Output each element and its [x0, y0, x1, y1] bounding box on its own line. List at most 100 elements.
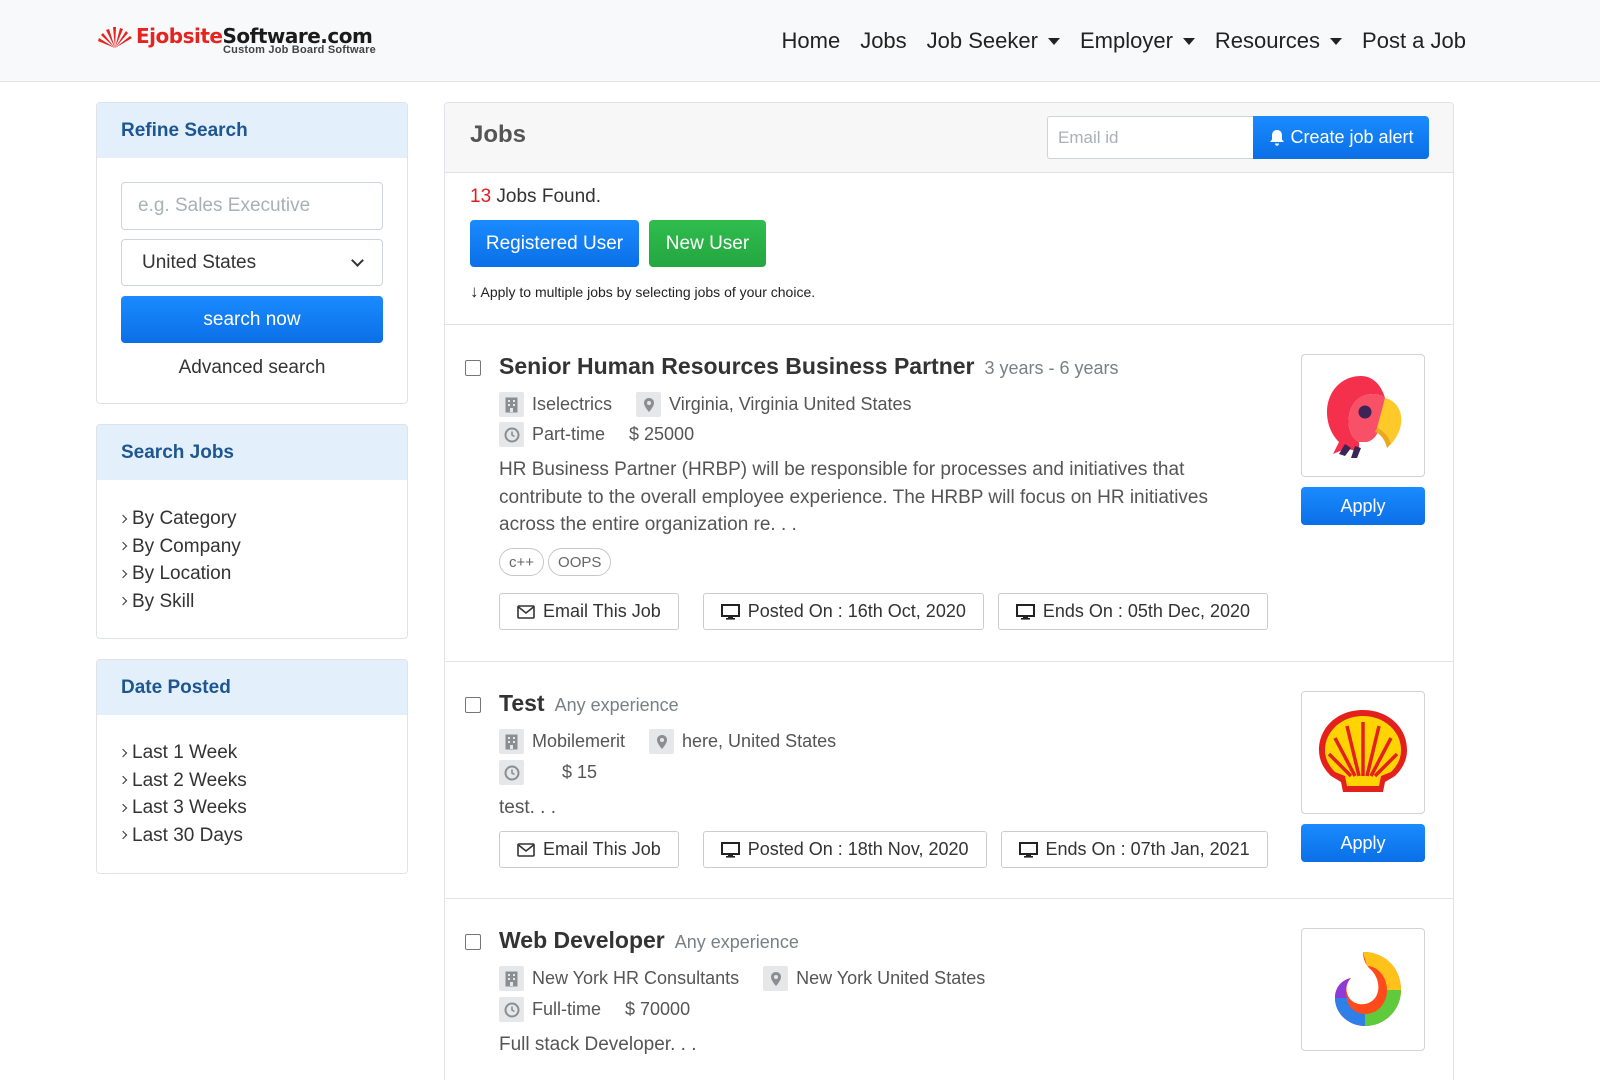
job-company[interactable]: Iselectrics [532, 394, 612, 415]
parrot-logo-icon [1327, 375, 1402, 458]
nav-post-job[interactable]: Post a Job [1352, 28, 1476, 54]
results-summary: 13 Jobs Found. Registered User New User … [445, 173, 1453, 325]
chevron-right-icon [118, 597, 128, 606]
advanced-search-link[interactable]: Advanced search [121, 357, 383, 379]
nav-resources-label: Resources [1214, 28, 1321, 53]
job-company[interactable]: Mobilemerit [532, 731, 625, 752]
job-select-checkbox[interactable] [465, 934, 481, 950]
link-by-location[interactable]: By Location [118, 560, 383, 588]
building-icon [499, 729, 524, 754]
job-meta-row: Full-time $ 70000 [499, 997, 690, 1022]
job-meta-row: $ 15 [499, 760, 597, 785]
link-label: By Skill [132, 590, 195, 612]
job-title[interactable]: Web Developer Any experience [499, 927, 799, 954]
monitor-icon [1018, 841, 1038, 858]
company-logo[interactable] [1301, 691, 1425, 814]
nav-jobs-label: Jobs [860, 28, 907, 53]
nav-post-job-label: Post a Job [1362, 28, 1466, 53]
skill-tag[interactable]: c++ [499, 548, 545, 576]
jobs-panel-header: Jobs Create job alert [445, 103, 1453, 173]
monitor-icon [1015, 603, 1035, 620]
link-by-skill[interactable]: By Skill [118, 588, 383, 616]
country-select-value: United States [142, 251, 257, 273]
job-description: HR Business Partner (HRBP) will be respo… [499, 459, 1208, 535]
job-meta-row: New York HR Consultants New York United … [499, 966, 985, 991]
chevron-down-icon [351, 253, 364, 267]
link-label: Last 1 Week [132, 742, 238, 763]
link-last-1-week[interactable]: Last 1 Week [118, 739, 383, 767]
job-select-checkbox[interactable] [465, 360, 481, 376]
link-by-category[interactable]: By Category [118, 505, 383, 533]
job-select-checkbox[interactable] [465, 697, 481, 713]
link-label: Last 30 Days [132, 824, 243, 846]
sunburst-icon [98, 27, 132, 48]
email-job-button[interactable]: Email This Job [499, 593, 679, 630]
map-pin-icon [763, 966, 789, 991]
apply-button[interactable]: Apply [1301, 824, 1425, 862]
job-experience: Any experience [554, 695, 679, 715]
jobs-found-label: Jobs Found. [491, 186, 601, 207]
country-select[interactable]: United States [121, 239, 383, 286]
bell-icon [1270, 129, 1285, 146]
registered-user-button[interactable]: Registered User [470, 220, 639, 267]
nav-home[interactable]: Home [772, 28, 851, 54]
shell-logo-icon [1319, 709, 1407, 792]
job-title-text: Senior Human Resources Business Partner [499, 353, 975, 379]
date-posted-card: Date Posted Last 1 Week Last 2 Weeks Las… [96, 659, 408, 874]
nav-job-seeker[interactable]: Job Seeker [917, 28, 1070, 54]
envelope-icon [517, 604, 535, 619]
nav-employer[interactable]: Employer [1070, 28, 1205, 54]
link-by-company[interactable]: By Company [118, 533, 383, 561]
swirl-logo-icon [1335, 951, 1401, 1026]
job-experience: Any experience [674, 932, 799, 952]
monitor-icon [720, 603, 740, 620]
link-last-2-weeks[interactable]: Last 2 Weeks [118, 767, 383, 795]
job-skill-tags: c++ OOPS [499, 548, 612, 576]
job-salary: $ 25000 [629, 424, 695, 444]
top-navbar: EjobsiteSoftware.com Custom Job Board So… [0, 0, 1600, 82]
job-listing: Web Developer Any experience New York HR … [445, 899, 1453, 1080]
posted-date-badge: Posted On : 16th Oct, 2020 [702, 593, 984, 630]
email-job-button[interactable]: Email This Job [499, 831, 679, 868]
chevron-right-icon [118, 542, 128, 551]
link-last-3-weeks[interactable]: Last 3 Weeks [118, 794, 383, 822]
link-label: By Category [132, 508, 237, 529]
posted-date-text: Posted On : 18th Nov, 2020 [747, 839, 969, 859]
refine-search-card: Refine Search United States search now A… [96, 102, 408, 404]
map-pin-icon [636, 392, 662, 417]
job-type: Full-time [532, 999, 602, 1019]
monitor-icon [720, 841, 740, 858]
job-title[interactable]: Test Any experience [499, 690, 679, 717]
link-label: Last 3 Weeks [132, 797, 247, 818]
company-logo[interactable] [1301, 928, 1425, 1051]
chevron-right-icon [118, 748, 128, 757]
search-jobs-card: Search Jobs By Category By Company By Lo… [96, 424, 408, 639]
main-nav: Home Jobs Job Seeker Employer Resources … [772, 0, 1477, 82]
brand-logo[interactable]: EjobsiteSoftware.com Custom Job Board So… [96, 22, 386, 62]
date-posted-title: Date Posted [97, 660, 407, 715]
new-user-button[interactable]: New User [649, 220, 766, 267]
search-now-button[interactable]: search now [121, 296, 383, 343]
skill-tag[interactable]: OOPS [548, 548, 612, 576]
job-title[interactable]: Senior Human Resources Business Partner 3… [499, 353, 1119, 380]
clock-icon [499, 997, 524, 1022]
caret-down-icon [1047, 37, 1060, 45]
job-location: here, United States [682, 731, 837, 751]
nav-jobs[interactable]: Jobs [850, 28, 916, 54]
company-logo[interactable] [1301, 354, 1425, 477]
caret-down-icon [1182, 37, 1195, 45]
posted-date-badge: Posted On : 18th Nov, 2020 [702, 831, 987, 868]
alert-email-input[interactable] [1047, 116, 1255, 159]
ends-date-badge: Ends On : 05th Dec, 2020 [997, 593, 1268, 630]
keyword-input[interactable] [121, 182, 383, 230]
job-company[interactable]: New York HR Consultants [532, 968, 739, 989]
apply-button[interactable]: Apply [1301, 487, 1425, 525]
job-description: Full stack Developer. . . [499, 1034, 697, 1055]
ends-date-text: Ends On : 05th Dec, 2020 [1042, 601, 1250, 621]
nav-resources[interactable]: Resources [1205, 28, 1352, 54]
create-job-alert-button[interactable]: Create job alert [1253, 116, 1429, 159]
jobs-panel: Jobs Create job alert 13 Jobs Found. Reg… [444, 102, 1454, 1080]
envelope-icon [517, 842, 535, 857]
link-last-30-days[interactable]: Last 30 Days [118, 822, 383, 850]
chevron-right-icon [118, 803, 128, 812]
